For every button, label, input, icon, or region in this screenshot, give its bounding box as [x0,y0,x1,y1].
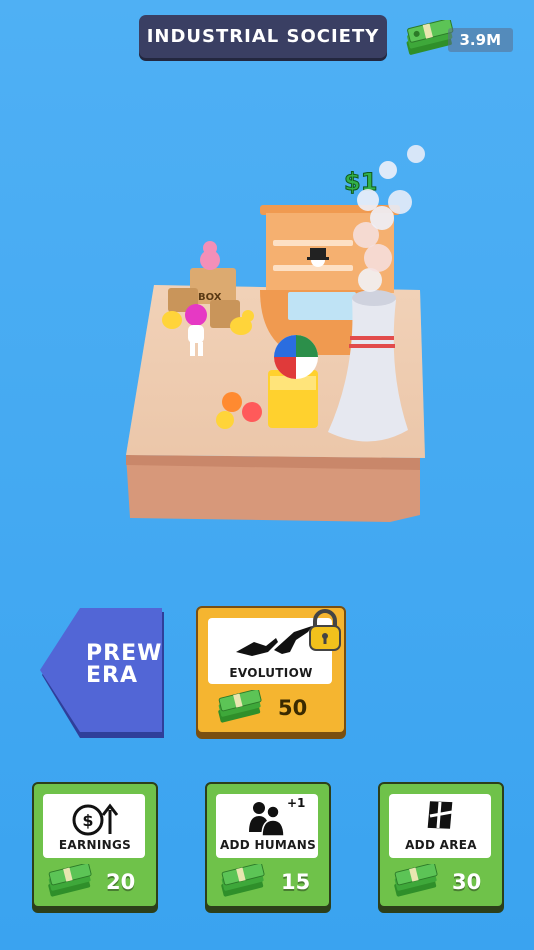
evolution-button[interactable]: EVOLUTIOW 50 [196,606,346,734]
add-area-icon [427,801,453,829]
cash-stack-icon [218,690,262,723]
prev-era-label: PREW ERA [86,641,163,688]
earnings-upgrade-button[interactable]: $ EARNINGS 20 [32,782,158,908]
box-label: BOX [198,292,222,303]
earnings-up-icon: $ [72,803,119,836]
add-humans-badge: +1 [287,796,306,810]
cash-stack-icon [394,864,438,897]
money-counter: 3.9M [448,28,513,52]
add-humans-label: ADD HUMANS [219,838,317,852]
lock-icon [309,609,341,651]
add-humans-button[interactable]: +1 ADD HUMANS 15 [205,782,331,908]
add-area-label: ADD AREA [405,838,477,852]
cash-stack-icon [221,864,265,897]
island-scene: $1 BOX [126,145,425,522]
earnings-price: 20 [106,870,136,894]
add-area-price: 30 [452,870,482,894]
evolution-hands-icon [236,626,312,656]
earnings-label: EARNINGS [58,838,132,852]
era-title: INDUSTRIAL SOCIETY [139,15,387,58]
evolution-label: EVOLUTIOW [229,666,313,680]
evolution-price: 50 [278,696,308,720]
add-area-button[interactable]: ADD AREA 30 [378,782,504,908]
add-humans-price: 15 [281,870,311,894]
svg-text:$: $ [82,811,93,830]
cash-stack-icon [48,864,92,897]
add-humans-icon [249,802,285,836]
